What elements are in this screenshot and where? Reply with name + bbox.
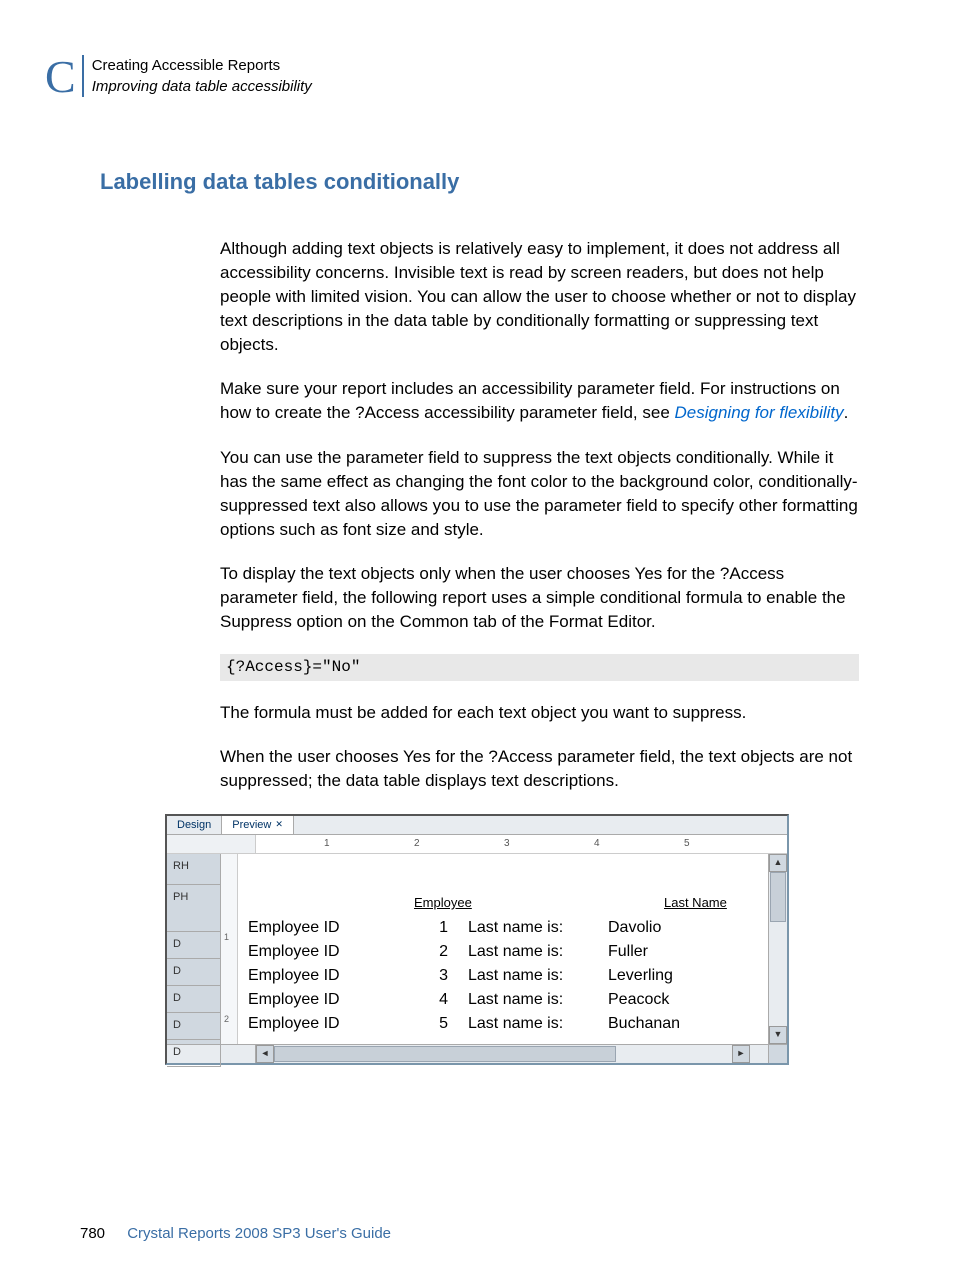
header-chapter-title: Creating Accessible Reports bbox=[92, 55, 312, 76]
section-rh[interactable]: RH bbox=[167, 854, 221, 885]
vertical-scrollbar[interactable]: ▲ ▼ bbox=[768, 854, 787, 1044]
cell-emp-label: Employee ID bbox=[238, 919, 378, 937]
header-section-title: Improving data table accessibility bbox=[92, 76, 312, 97]
doc-title: Crystal Reports 2008 SP3 User's Guide bbox=[127, 1225, 391, 1242]
cell-emp-label: Employee ID bbox=[238, 943, 378, 961]
header-text-block: Creating Accessible Reports Improving da… bbox=[92, 55, 312, 97]
cell-emp-id: 4 bbox=[378, 991, 468, 1009]
table-row: Employee ID 2 Last name is: Fuller bbox=[238, 940, 768, 964]
page-footer: 780 Crystal Reports 2008 SP3 User's Guid… bbox=[80, 1225, 859, 1242]
paragraph-2: Make sure your report includes an access… bbox=[220, 377, 859, 425]
cell-emp-label: Employee ID bbox=[238, 991, 378, 1009]
scroll-down-icon[interactable]: ▼ bbox=[769, 1026, 787, 1044]
header-divider bbox=[82, 55, 84, 97]
table-row: Employee ID 4 Last name is: Peacock bbox=[238, 988, 768, 1012]
cell-emp-id: 1 bbox=[378, 919, 468, 937]
cell-ln-label: Last name is: bbox=[468, 943, 608, 961]
cell-ln-label: Last name is: bbox=[468, 967, 608, 985]
scroll-thumb[interactable] bbox=[770, 872, 786, 922]
close-icon[interactable]: ✕ bbox=[275, 819, 283, 830]
section-heading: Labelling data tables conditionally bbox=[100, 169, 859, 195]
code-block: {?Access}="No" bbox=[220, 654, 859, 681]
designer-tabs: Design Preview ✕ bbox=[167, 816, 787, 835]
section-d[interactable]: D bbox=[167, 959, 221, 986]
column-headers: Employee Last Name bbox=[238, 854, 768, 916]
section-d[interactable]: D bbox=[167, 986, 221, 1013]
table-row: Employee ID 5 Last name is: Buchanan bbox=[238, 1012, 768, 1036]
paragraph-3: You can use the parameter field to suppr… bbox=[220, 446, 859, 543]
running-header: C Creating Accessible Reports Improving … bbox=[45, 55, 859, 99]
section-gutter: RH PH D D D D D bbox=[167, 854, 221, 1044]
cell-ln: Davolio bbox=[608, 919, 728, 937]
cell-emp-label: Employee ID bbox=[238, 967, 378, 985]
table-row: Employee ID 3 Last name is: Leverling bbox=[238, 964, 768, 988]
section-d[interactable]: D bbox=[167, 1013, 221, 1040]
header-employee: Employee bbox=[414, 895, 514, 910]
cell-ln-label: Last name is: bbox=[468, 919, 608, 937]
cell-emp-id: 2 bbox=[378, 943, 468, 961]
tab-preview[interactable]: Preview ✕ bbox=[222, 816, 294, 834]
appendix-letter: C bbox=[45, 55, 76, 99]
table-row: Employee ID 1 Last name is: Davolio bbox=[238, 916, 768, 940]
paragraph-6: When the user chooses Yes for the ?Acces… bbox=[220, 745, 859, 793]
cell-emp-label: Employee ID bbox=[238, 1015, 378, 1033]
link-designing-flexibility[interactable]: Designing for flexibility bbox=[675, 403, 844, 422]
section-d[interactable]: D bbox=[167, 932, 221, 959]
paragraph-2b: . bbox=[844, 403, 849, 422]
scroll-right-icon[interactable]: ► bbox=[732, 1045, 750, 1063]
page-number: 780 bbox=[80, 1225, 105, 1242]
section-d[interactable]: D bbox=[167, 1040, 221, 1067]
tab-design[interactable]: Design bbox=[167, 816, 222, 834]
cell-ln: Fuller bbox=[608, 943, 728, 961]
cell-ln: Leverling bbox=[608, 967, 728, 985]
cell-emp-id: 3 bbox=[378, 967, 468, 985]
cell-ln: Peacock bbox=[608, 991, 728, 1009]
header-lastname: Last Name bbox=[664, 895, 727, 910]
section-ph[interactable]: PH bbox=[167, 885, 221, 932]
cell-emp-id: 5 bbox=[378, 1015, 468, 1033]
cell-ln-label: Last name is: bbox=[468, 1015, 608, 1033]
horizontal-scrollbar[interactable]: ◄ ► bbox=[167, 1044, 787, 1063]
paragraph-1: Although adding text objects is relative… bbox=[220, 237, 859, 358]
cell-ln: Buchanan bbox=[608, 1015, 728, 1033]
paragraph-4: To display the text objects only when th… bbox=[220, 562, 859, 634]
scroll-up-icon[interactable]: ▲ bbox=[769, 854, 787, 872]
report-preview-area: Employee Last Name Employee ID 1 Last na… bbox=[238, 854, 768, 1044]
cell-ln-label: Last name is: bbox=[468, 991, 608, 1009]
scroll-left-icon[interactable]: ◄ bbox=[256, 1045, 274, 1063]
crystal-reports-screenshot: Design Preview ✕ 1 2 3 4 5 RH PH D D D bbox=[165, 814, 789, 1065]
scroll-thumb[interactable] bbox=[274, 1046, 616, 1062]
paragraph-5: The formula must be added for each text … bbox=[220, 701, 859, 725]
vertical-ruler: 1 2 bbox=[221, 854, 238, 1044]
horizontal-ruler: 1 2 3 4 5 bbox=[167, 835, 787, 854]
body-text: Although adding text objects is relative… bbox=[220, 237, 859, 794]
